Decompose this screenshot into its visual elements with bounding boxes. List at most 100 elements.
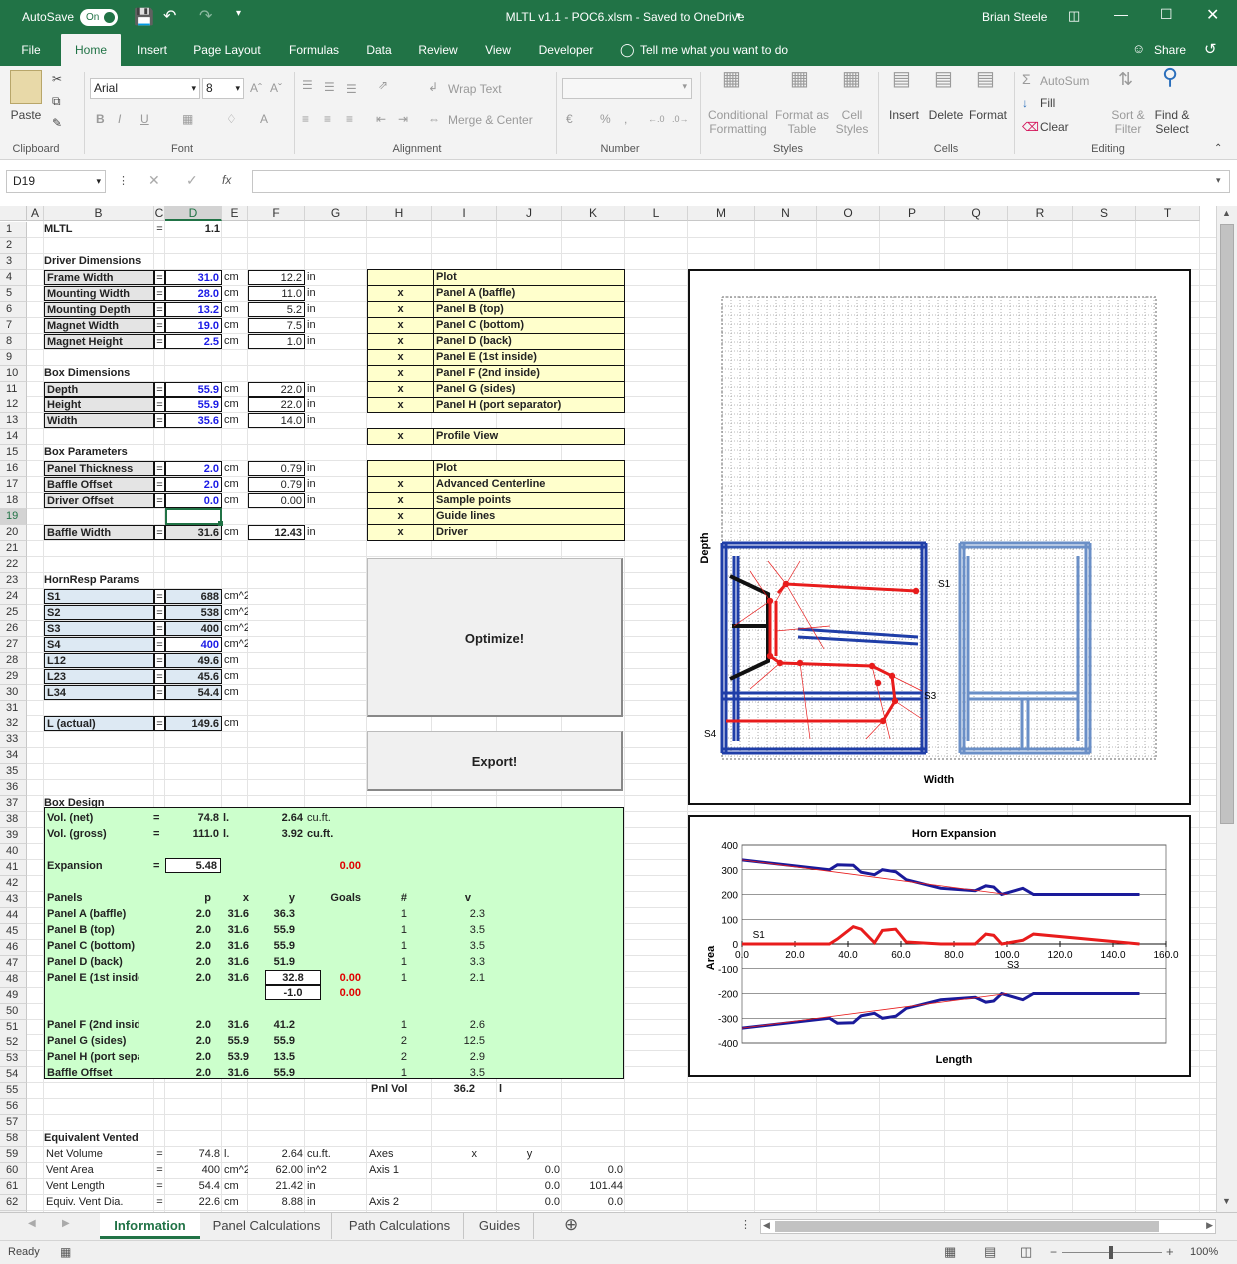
column-header[interactable]: H xyxy=(367,206,432,221)
cut-icon[interactable]: ✂ xyxy=(52,72,62,86)
row-header[interactable]: 35 xyxy=(0,764,27,781)
shrink-font-icon[interactable]: Aˇ xyxy=(270,81,282,95)
prev-sheet-icon[interactable]: ◀ xyxy=(28,1218,36,1229)
minimize-icon[interactable]: — xyxy=(1114,6,1128,22)
increase-decimal-icon[interactable]: ←.0 xyxy=(648,112,665,126)
sort-filter-button[interactable]: Sort & Filter xyxy=(1108,108,1148,136)
horizontal-scrollbar[interactable]: ◀ ▶ xyxy=(760,1219,1216,1234)
column-header[interactable]: T xyxy=(1136,206,1200,221)
optimize-button[interactable]: Optimize! xyxy=(367,558,623,717)
user-name[interactable]: Brian Steele xyxy=(982,10,1047,24)
tab-file[interactable]: File xyxy=(10,34,52,66)
normal-view-icon[interactable]: ▦ xyxy=(944,1244,956,1260)
plot-list-row[interactable]: x Panel F (2nd inside) xyxy=(368,366,624,382)
row-header[interactable]: 44 xyxy=(0,907,27,924)
row-header[interactable]: 54 xyxy=(0,1067,27,1084)
row-header[interactable]: 13 xyxy=(0,413,27,430)
increase-indent-icon[interactable]: ⇥ xyxy=(398,112,408,126)
hornresp-param-value[interactable]: 400 xyxy=(165,636,222,652)
row-header[interactable]: 30 xyxy=(0,684,27,701)
profile-view-x[interactable]: x xyxy=(368,429,434,444)
align-bottom-icon[interactable]: ☰ xyxy=(346,82,357,96)
sheet-tab-guides[interactable]: Guides xyxy=(466,1213,534,1239)
profile-view-toggle[interactable]: x Profile View xyxy=(367,428,625,445)
plot-list-row[interactable]: x Panel A (baffle) xyxy=(368,286,624,302)
row-header[interactable]: 25 xyxy=(0,604,27,621)
plot-toggle-x[interactable]: x xyxy=(368,398,434,413)
row-header[interactable]: 45 xyxy=(0,923,27,940)
plot-list-row[interactable]: x Guide lines xyxy=(368,509,624,525)
plot-list-row[interactable]: x Advanced Centerline xyxy=(368,477,624,493)
row-header[interactable]: 15 xyxy=(0,445,27,462)
row-header[interactable]: 7 xyxy=(0,317,27,334)
scroll-down-icon[interactable]: ▼ xyxy=(1222,1196,1231,1206)
clear-button[interactable]: Clear xyxy=(1040,120,1069,134)
font-name-select[interactable]: Arial ▾ xyxy=(90,78,200,99)
scroll-left-icon[interactable]: ◀ xyxy=(763,1220,770,1231)
sheet-tab-panel-calculations[interactable]: Panel Calculations xyxy=(202,1213,332,1239)
row-header[interactable]: 24 xyxy=(0,588,27,605)
plot-list-row[interactable]: x Panel D (back) xyxy=(368,334,624,350)
row-header[interactable]: 26 xyxy=(0,620,27,637)
column-header[interactable]: R xyxy=(1008,206,1073,221)
plot-toggle-x[interactable]: x xyxy=(368,366,434,381)
orientation-icon[interactable]: ⇗ xyxy=(378,78,388,92)
plot-toggle-x[interactable]: x xyxy=(368,302,434,317)
driver-param-cm-input[interactable]: 28.0 xyxy=(165,285,222,301)
scroll-up-icon[interactable]: ▲ xyxy=(1222,208,1231,218)
page-layout-view-icon[interactable]: ▤ xyxy=(984,1244,996,1260)
plot-toggle-x[interactable]: x xyxy=(368,525,434,540)
find-select-button[interactable]: Find & Select xyxy=(1150,108,1194,136)
formula-input[interactable] xyxy=(252,170,1230,193)
expansion-input[interactable]: 5.48 xyxy=(165,857,221,873)
grow-font-icon[interactable]: Aˆ xyxy=(250,81,262,95)
collapse-ribbon-icon[interactable]: ⌃ xyxy=(1214,142,1222,156)
share-button[interactable]: Share xyxy=(1154,43,1186,57)
row-header[interactable]: 46 xyxy=(0,939,27,956)
zoom-slider-thumb[interactable] xyxy=(1109,1246,1113,1259)
box-parameter-cm-input[interactable]: 2.0 xyxy=(165,461,222,477)
plot-toggle-x[interactable]: x xyxy=(368,382,434,397)
title-dropdown-icon[interactable]: ▾ xyxy=(736,10,741,21)
row-header[interactable]: 37 xyxy=(0,796,27,813)
h-scroll-thumb[interactable] xyxy=(775,1221,1159,1232)
row-header[interactable]: 20 xyxy=(0,525,27,542)
column-header[interactable]: G xyxy=(305,206,367,221)
plot-list-row[interactable]: x Driver xyxy=(368,525,624,541)
tab-developer[interactable]: Developer xyxy=(530,34,602,66)
row-header[interactable]: 48 xyxy=(0,971,27,988)
format-painter-icon[interactable]: ✎ xyxy=(52,116,62,130)
align-right-icon[interactable]: ≡ xyxy=(346,112,353,126)
align-middle-icon[interactable]: ☰ xyxy=(324,80,335,94)
plot-toggle-x[interactable]: x xyxy=(368,334,434,349)
plot-toggle-x[interactable]: x xyxy=(368,350,434,365)
row-header[interactable]: 22 xyxy=(0,556,27,573)
close-icon[interactable]: ✕ xyxy=(1206,5,1219,25)
column-header[interactable]: I xyxy=(432,206,497,221)
column-header[interactable]: D xyxy=(165,206,222,221)
column-header[interactable]: B xyxy=(44,206,154,221)
row-header[interactable]: 50 xyxy=(0,1003,27,1020)
box-parameter-cm-input[interactable]: 2.0 xyxy=(165,477,222,493)
selected-cell[interactable] xyxy=(165,508,222,525)
autosum-button[interactable]: AutoSum xyxy=(1040,74,1089,88)
plot-toggle-x[interactable]: x xyxy=(368,318,434,333)
box-param-cm-input[interactable]: 55.9 xyxy=(165,381,222,397)
delete-button[interactable]: Delete xyxy=(926,108,966,122)
tab-formulas[interactable]: Formulas xyxy=(280,34,348,66)
copy-icon[interactable]: ⧉ xyxy=(52,94,61,108)
row-header[interactable]: 9 xyxy=(0,349,27,366)
tab-home[interactable]: Home xyxy=(61,34,121,66)
driver-param-cm-input[interactable]: 13.2 xyxy=(165,301,222,317)
decrease-decimal-icon[interactable]: .0→ xyxy=(672,112,689,126)
panel-y-input[interactable]: -1.0 xyxy=(265,985,321,1001)
select-all-corner[interactable] xyxy=(0,206,27,221)
row-header[interactable]: 61 xyxy=(0,1179,27,1195)
paste-icon[interactable] xyxy=(10,70,42,104)
plot-toggle-x[interactable]: x xyxy=(368,493,434,508)
plot-list-row[interactable]: x Panel C (bottom) xyxy=(368,318,624,334)
row-header[interactable]: 16 xyxy=(0,461,27,478)
column-header[interactable]: F xyxy=(248,206,305,221)
borders-icon[interactable]: ▦ xyxy=(182,112,193,126)
worksheet-grid[interactable]: ABCDEFGHIJKLMNOPQRST 1 2 3 4 5 6 7 8 9 10 11 12 13 14… xyxy=(0,206,1216,1212)
